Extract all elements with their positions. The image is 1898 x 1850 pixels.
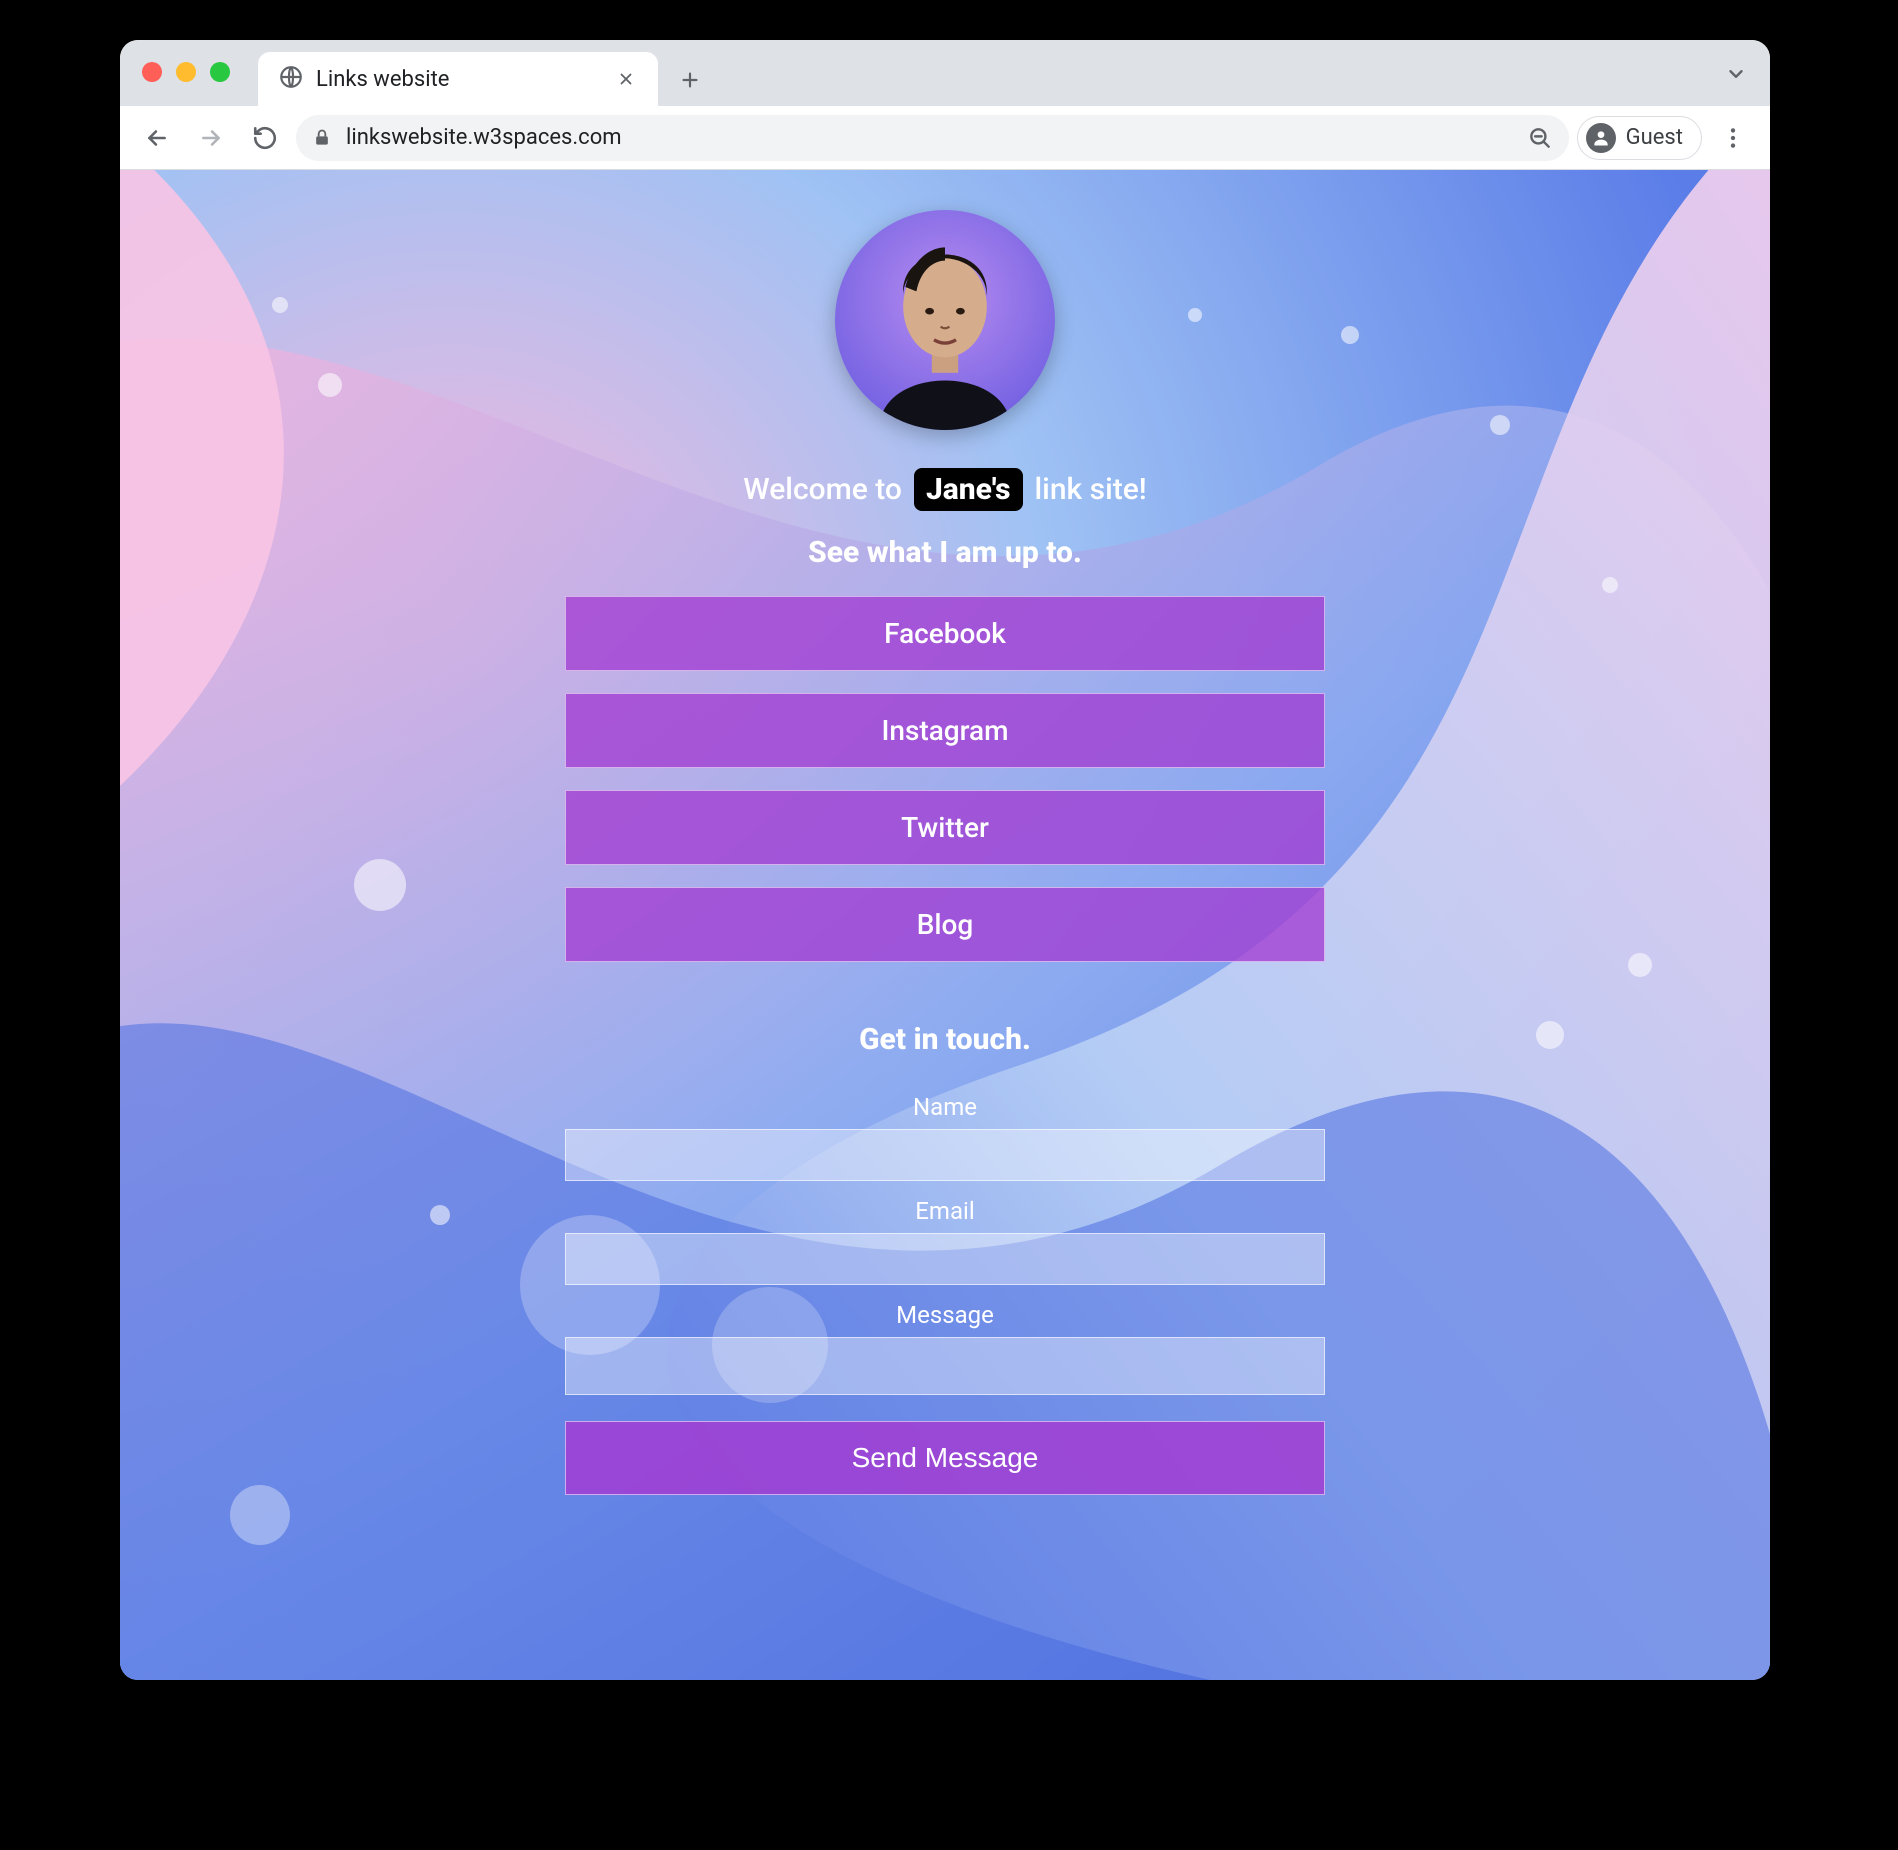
links-list: Facebook Instagram Twitter Blog xyxy=(565,596,1325,962)
page-viewport: Welcome to Jane's link site! See what I … xyxy=(120,170,1770,1680)
profile-avatar xyxy=(835,210,1055,430)
profile-label: Guest xyxy=(1626,125,1683,150)
welcome-line: Welcome to Jane's link site! xyxy=(743,468,1146,511)
welcome-suffix: link site! xyxy=(1035,472,1147,507)
message-label: Message xyxy=(896,1301,994,1329)
menu-button[interactable] xyxy=(1710,115,1756,161)
browser-window: Links website xyxy=(120,40,1770,1680)
reload-button[interactable] xyxy=(242,115,288,161)
subtitle: See what I am up to. xyxy=(808,535,1082,570)
browser-tab[interactable]: Links website xyxy=(258,52,658,106)
contact-title: Get in touch. xyxy=(859,1022,1031,1057)
profile-chip[interactable]: Guest xyxy=(1577,116,1702,160)
browser-toolbar: linkswebsite.w3spaces.com Guest xyxy=(120,106,1770,170)
forward-button[interactable] xyxy=(188,115,234,161)
back-button[interactable] xyxy=(134,115,180,161)
profile-name-badge: Jane's xyxy=(914,468,1023,511)
tabs-dropdown-button[interactable] xyxy=(1716,54,1756,94)
url-text: linkswebsite.w3spaces.com xyxy=(346,125,1513,150)
tab-strip: Links website xyxy=(120,40,1770,106)
message-input[interactable] xyxy=(565,1337,1325,1395)
close-tab-button[interactable] xyxy=(612,65,640,93)
name-input[interactable] xyxy=(565,1129,1325,1181)
link-blog[interactable]: Blog xyxy=(565,887,1325,962)
window-maximize-button[interactable] xyxy=(210,62,230,82)
name-label: Name xyxy=(913,1093,977,1121)
window-minimize-button[interactable] xyxy=(176,62,196,82)
link-twitter[interactable]: Twitter xyxy=(565,790,1325,865)
email-input[interactable] xyxy=(565,1233,1325,1285)
address-bar[interactable]: linkswebsite.w3spaces.com xyxy=(296,115,1569,161)
person-icon xyxy=(1586,123,1616,153)
window-controls xyxy=(142,62,230,82)
send-message-button[interactable]: Send Message xyxy=(565,1421,1325,1495)
link-instagram[interactable]: Instagram xyxy=(565,693,1325,768)
window-close-button[interactable] xyxy=(142,62,162,82)
tab-title: Links website xyxy=(316,67,600,92)
lock-icon xyxy=(312,128,332,148)
globe-icon xyxy=(278,64,304,94)
page-content: Welcome to Jane's link site! See what I … xyxy=(120,170,1770,1680)
zoom-icon[interactable] xyxy=(1527,125,1553,151)
welcome-prefix: Welcome to xyxy=(743,472,902,507)
new-tab-button[interactable] xyxy=(668,58,712,102)
email-label: Email xyxy=(915,1197,974,1225)
contact-form: Name Email Message Send Message xyxy=(565,1077,1325,1495)
link-facebook[interactable]: Facebook xyxy=(565,596,1325,671)
